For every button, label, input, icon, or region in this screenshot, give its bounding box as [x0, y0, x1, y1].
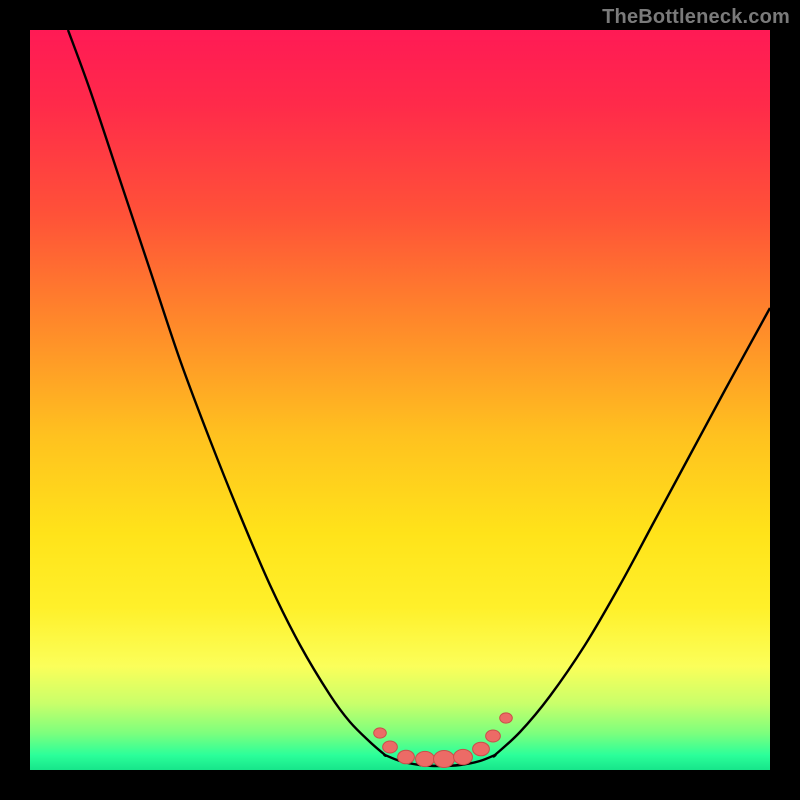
- watermark-label: TheBottleneck.com: [602, 6, 790, 29]
- plot-area: [30, 30, 770, 770]
- chart-frame: TheBottleneck.com: [0, 0, 800, 800]
- curve-dot: [454, 749, 473, 764]
- curve-dot: [486, 730, 501, 742]
- curve-dot: [416, 751, 435, 766]
- curve-dots-group: [374, 713, 513, 768]
- curve-dot: [383, 741, 398, 753]
- curve-dot: [398, 750, 415, 764]
- curve-dot: [434, 751, 455, 768]
- curve-line: [68, 30, 770, 766]
- curve-dot: [374, 728, 387, 738]
- curve-dot: [473, 742, 490, 756]
- bottleneck-curve: [30, 30, 770, 770]
- curve-dot: [500, 713, 513, 723]
